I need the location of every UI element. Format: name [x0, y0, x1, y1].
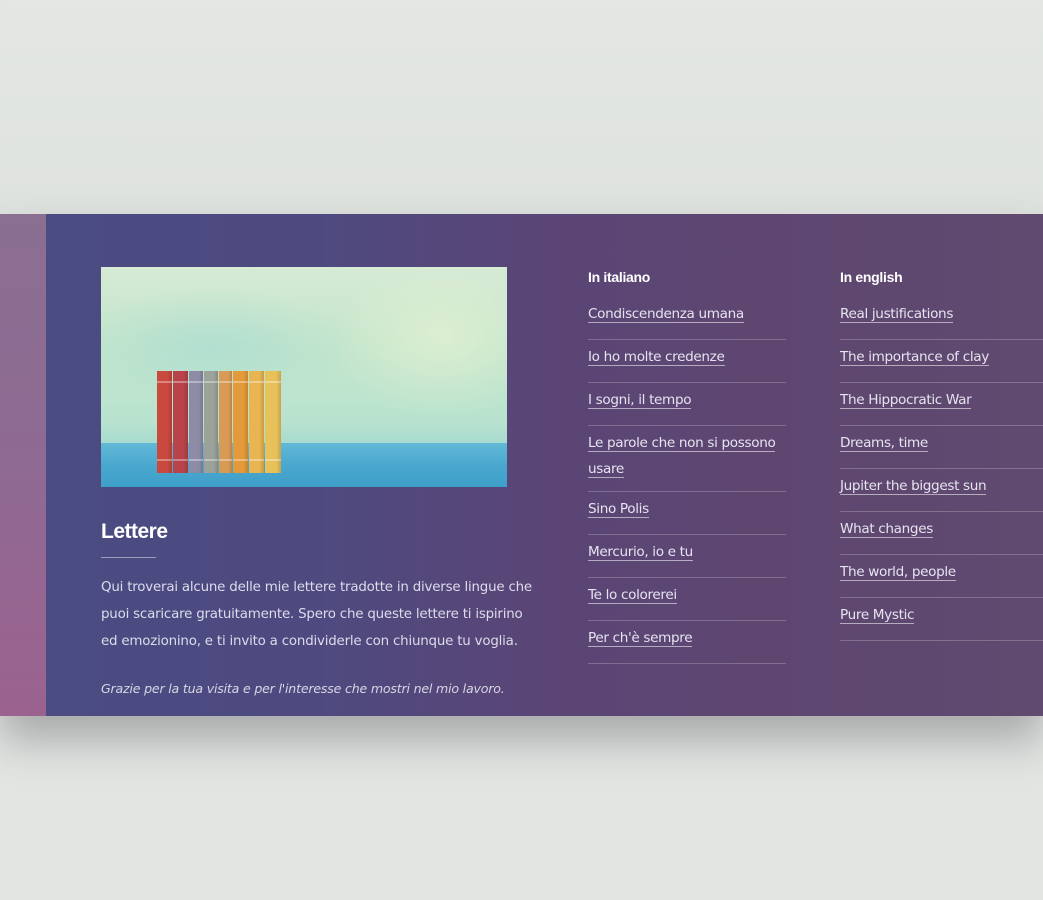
- letter-link[interactable]: Jupiter the biggest sun: [840, 478, 987, 495]
- letters-banner: Lettere Qui troverai alcune delle mie le…: [0, 214, 1043, 716]
- book-spine: [157, 371, 172, 473]
- letter-link[interactable]: The importance of clay: [840, 349, 989, 366]
- book-spine: [249, 371, 264, 473]
- letter-link[interactable]: The Hippocratic War: [840, 392, 972, 409]
- book-spine: [219, 371, 232, 473]
- letter-list-item: The world, people: [840, 555, 1043, 598]
- letter-list-item: Le parole che non si possono usare: [588, 426, 786, 492]
- title-divider: [101, 557, 156, 558]
- book-spine: [265, 371, 281, 473]
- letter-link[interactable]: Dreams, time: [840, 435, 928, 452]
- letter-list-item: Jupiter the biggest sun: [840, 469, 1043, 512]
- letter-list-item: Real justifications: [840, 297, 1043, 340]
- letter-link[interactable]: Condiscendenza umana: [588, 306, 744, 323]
- italian-letters-list: Condiscendenza umana Io ho molte credenze…: [588, 297, 786, 664]
- section-title: Lettere: [101, 520, 168, 543]
- letter-list-item: Dreams, time: [840, 426, 1043, 469]
- letter-link[interactable]: Per ch'è sempre: [588, 630, 693, 647]
- letter-list-item: The importance of clay: [840, 340, 1043, 383]
- section-description: Qui troverai alcune delle mie lettere tr…: [101, 580, 532, 649]
- book-spine: [173, 371, 188, 473]
- letter-link[interactable]: I sogni, il tempo: [588, 392, 692, 409]
- english-letters-list: Real justifications The importance of cla…: [840, 297, 1043, 641]
- book-spine: [233, 371, 248, 473]
- letter-link[interactable]: What changes: [840, 521, 933, 538]
- italian-column-heading: In italiano: [588, 269, 651, 285]
- letter-link[interactable]: Pure Mystic: [840, 607, 914, 624]
- letter-list-item: What changes: [840, 512, 1043, 555]
- letter-list-item: The Hippocratic War: [840, 383, 1043, 426]
- blurred-background-text: [0, 6, 1043, 206]
- thanks-note: Grazie per la tua visita e per l'interes…: [101, 681, 505, 696]
- letter-link[interactable]: Real justifications: [840, 306, 953, 323]
- letter-link[interactable]: Io ho molte credenze: [588, 349, 725, 366]
- letter-list-item: Sino Polis: [588, 492, 786, 535]
- letter-list-item: Per ch'è sempre: [588, 621, 786, 664]
- letter-list-item: Condiscendenza umana: [588, 297, 786, 340]
- english-column-heading: In english: [840, 269, 903, 285]
- letter-list-item: I sogni, il tempo: [588, 383, 786, 426]
- letter-link[interactable]: Sino Polis: [588, 501, 649, 518]
- letter-list-item: Io ho molte credenze: [588, 340, 786, 383]
- books-hero-image: [101, 267, 507, 487]
- letter-link[interactable]: The world, people: [840, 564, 956, 581]
- blurred-background-text-bottom: [0, 792, 1043, 900]
- letter-list-item: Mercurio, io e tu: [588, 535, 786, 578]
- letter-link[interactable]: Mercurio, io e tu: [588, 544, 693, 561]
- letter-list-item: Pure Mystic: [840, 598, 1043, 641]
- letter-link[interactable]: Te lo colorerei: [588, 587, 677, 604]
- letter-link[interactable]: Le parole che non si possono usare: [588, 435, 776, 478]
- book-spine: [204, 371, 218, 473]
- left-accent-strip: [0, 214, 46, 716]
- book-spine: [189, 371, 203, 473]
- letter-list-item: Te lo colorerei: [588, 578, 786, 621]
